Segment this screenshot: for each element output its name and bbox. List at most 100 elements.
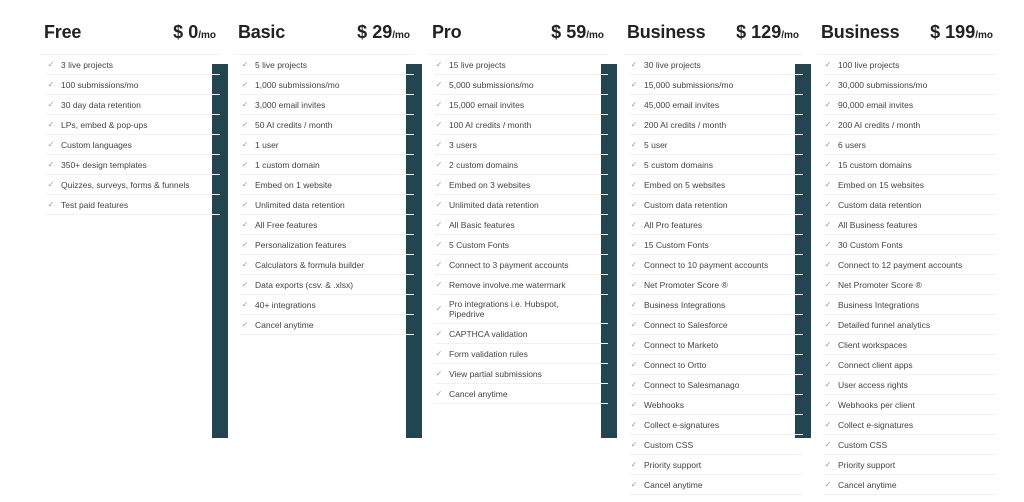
feature-item: ✓ 15 live projects [434, 55, 608, 75]
feature-item: ✓ Pro integrations i.e. Hubspot, Pipedriv… [434, 295, 608, 324]
feature-item: ✓ 2 custom domains [434, 155, 608, 175]
check-icon: ✓ [241, 59, 249, 69]
feature-label: Custom CSS [838, 439, 888, 450]
feature-item: ✓ 1 user [240, 135, 414, 155]
check-icon: ✓ [47, 179, 55, 189]
feature-item: ✓ 350+ design templates [46, 155, 220, 175]
check-icon: ✓ [241, 239, 249, 249]
check-icon: ✓ [630, 459, 638, 469]
check-icon: ✓ [241, 139, 249, 149]
feature-label: 1 custom domain [255, 159, 320, 170]
feature-item: ✓ LPs, embed & pop-ups [46, 115, 220, 135]
check-icon: ✓ [824, 79, 832, 89]
feature-item: ✓ Personalization features [240, 235, 414, 255]
feature-item: ✓ Connect to Marketo [629, 335, 803, 355]
feature-item: ✓ 15 custom domains [823, 155, 997, 175]
plan-column: Pro $ 59/mo ✓ 15 live projects ✓ 5,000 submis… [428, 16, 608, 404]
plan-header: Basic $ 29/mo [234, 16, 414, 55]
check-icon: ✓ [824, 159, 832, 169]
feature-list: ✓ 15 live projects ✓ 5,000 submissions/mo ✓ 1… [428, 55, 608, 404]
check-icon: ✓ [435, 328, 443, 338]
feature-item: ✓ Connect client apps [823, 355, 997, 375]
check-icon: ✓ [241, 219, 249, 229]
check-icon: ✓ [824, 119, 832, 129]
feature-label: All Free features [255, 219, 318, 230]
feature-item: ✓ Test paid features [46, 195, 220, 215]
feature-item: ✓ Detailed funnel analytics [823, 315, 997, 335]
check-icon: ✓ [824, 179, 832, 189]
check-icon: ✓ [630, 399, 638, 409]
feature-label: Remove involve.me watermark [449, 279, 566, 290]
check-icon: ✓ [435, 139, 443, 149]
feature-item: ✓ Priority support [629, 455, 803, 475]
price-amount: 29 [372, 22, 393, 42]
feature-item: ✓ Net Promoter Score ® [629, 275, 803, 295]
feature-label: 15 custom domains [838, 159, 912, 170]
check-icon: ✓ [824, 239, 832, 249]
check-icon: ✓ [630, 359, 638, 369]
check-icon: ✓ [47, 79, 55, 89]
feature-item: ✓ 5,000 submissions/mo [434, 75, 608, 95]
price-currency: $ [930, 22, 941, 42]
feature-list: ✓ 5 live projects ✓ 1,000 submissions/mo ✓ 3,… [234, 55, 414, 335]
check-icon: ✓ [630, 259, 638, 269]
plan-column: Business $ 199/mo ✓ 100 live projects ✓ 30,00… [817, 16, 997, 495]
price-currency: $ [357, 22, 368, 42]
feature-item: ✓ Calculators & formula builder [240, 255, 414, 275]
check-icon: ✓ [47, 199, 55, 209]
feature-label: Connect to Marketo [644, 339, 719, 350]
feature-item: ✓ 50 AI credits / month [240, 115, 414, 135]
feature-item: ✓ CAPTHCA validation [434, 324, 608, 344]
feature-label: Connect to Ortto [644, 359, 707, 370]
check-icon: ✓ [435, 388, 443, 398]
feature-label: Collect e-signatures [838, 419, 914, 430]
plan-name: Basic [238, 22, 286, 42]
feature-label: CAPTHCA validation [449, 328, 528, 339]
feature-label: 15 live projects [449, 59, 506, 70]
feature-item: ✓ Priority support [823, 455, 997, 475]
feature-item: ✓ 15,000 email invites [434, 95, 608, 115]
plan-header: Free $ 0/mo [40, 16, 220, 55]
plan-column: Business $ 129/mo ✓ 30 live projects ✓ 15,000… [623, 16, 803, 495]
plan-name: Free [44, 22, 82, 42]
check-icon: ✓ [824, 319, 832, 329]
plan-header: Business $ 199/mo [817, 16, 997, 55]
feature-label: Custom data retention [644, 199, 728, 210]
feature-label: Connect to Salesforce [644, 319, 728, 330]
check-icon: ✓ [824, 419, 832, 429]
feature-item: ✓ 30 live projects [629, 55, 803, 75]
check-icon: ✓ [435, 159, 443, 169]
check-icon: ✓ [435, 219, 443, 229]
feature-label: Embed on 1 website [255, 179, 333, 190]
check-icon: ✓ [824, 219, 832, 229]
check-icon: ✓ [241, 299, 249, 309]
feature-item: ✓ 100 submissions/mo [46, 75, 220, 95]
check-icon: ✓ [824, 479, 832, 489]
feature-item: ✓ View partial submissions [434, 364, 608, 384]
feature-label: Custom data retention [838, 199, 922, 210]
feature-item: ✓ Embed on 1 website [240, 175, 414, 195]
feature-label: Embed on 5 websites [644, 179, 726, 190]
plan-price: $ 29/mo [357, 22, 410, 43]
check-icon: ✓ [435, 348, 443, 358]
feature-item: ✓ Custom CSS [629, 435, 803, 455]
feature-item: ✓ Connect to Salesmanago [629, 375, 803, 395]
check-icon: ✓ [630, 319, 638, 329]
feature-label: Unlimited data retention [449, 199, 539, 210]
feature-label: 5 Custom Fonts [449, 239, 509, 250]
feature-item: ✓ 200 AI credits / month [823, 115, 997, 135]
feature-label: 1 user [255, 139, 279, 150]
price-period: /mo [586, 30, 604, 41]
check-icon: ✓ [630, 279, 638, 289]
check-icon: ✓ [630, 239, 638, 249]
feature-label: Priority support [644, 459, 702, 470]
plan-column: Basic $ 29/mo ✓ 5 live projects ✓ 1,000 submi… [234, 16, 414, 335]
feature-item: ✓ Webhooks per client [823, 395, 997, 415]
price-amount: 59 [566, 22, 587, 42]
feature-item: ✓ Connect to Salesforce [629, 315, 803, 335]
check-icon: ✓ [241, 199, 249, 209]
feature-label: Embed on 3 websites [449, 179, 531, 190]
check-icon: ✓ [824, 439, 832, 449]
check-icon: ✓ [435, 79, 443, 89]
check-icon: ✓ [435, 279, 443, 289]
